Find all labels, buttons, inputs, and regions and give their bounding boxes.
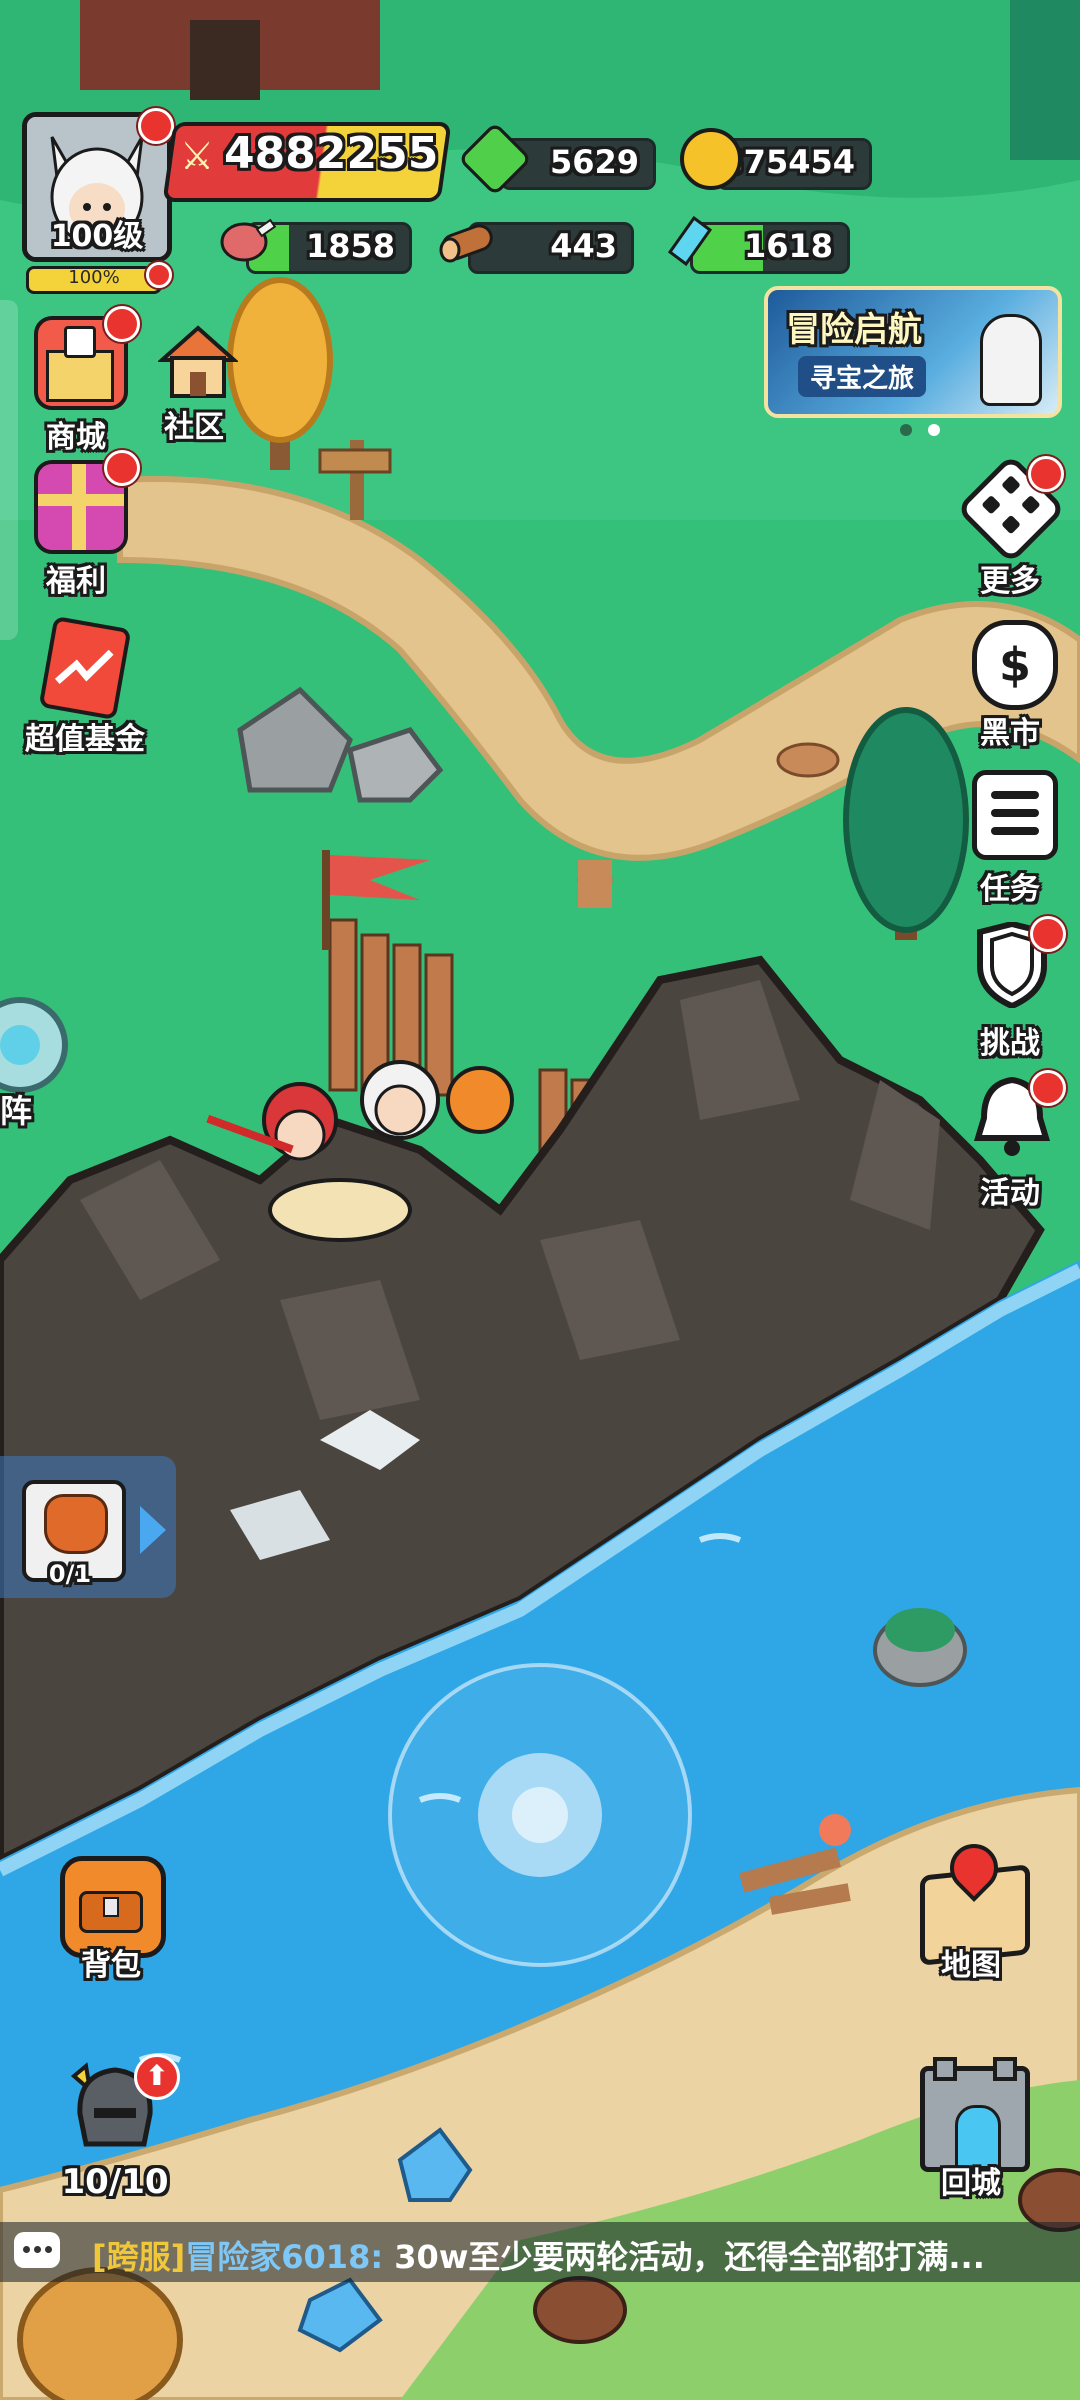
upgrade-arrow-icon: ⬆ <box>134 2054 180 2100</box>
events-label: 活动 <box>980 1176 1040 1211</box>
chat-sender: 冒险家6018: <box>185 2238 384 2276</box>
wood-count: 443 <box>550 227 617 265</box>
meat-count: 1858 <box>305 227 395 265</box>
backpack-label: 背包 <box>81 1948 141 1983</box>
challenge-notification-dot <box>1030 916 1066 952</box>
challenge-label: 挑战 <box>980 1026 1040 1061</box>
tasks-button[interactable]: 任务 <box>950 764 1070 907</box>
heroes-button[interactable]: ⬆ 10/10 <box>40 2052 190 2212</box>
backpack-button[interactable]: 背包 <box>46 1850 176 1990</box>
black-market-label: 黑市 <box>980 716 1040 751</box>
fund-label: 超值基金 <box>25 722 145 757</box>
map-button[interactable]: 地图 <box>906 1834 1036 1990</box>
virtual-joystick <box>388 1663 692 1967</box>
meat-icon <box>218 212 278 268</box>
exp-notification-dot <box>146 262 172 288</box>
fund-button[interactable]: 超值基金 <box>10 615 160 757</box>
combat-power-value: 4882255 <box>224 128 439 179</box>
formation-label-partial[interactable]: 阵 <box>0 1086 32 1132</box>
fund-chart-icon <box>38 615 132 721</box>
exp-bar: 100% <box>26 266 162 294</box>
banner-page-dot-2 <box>928 424 940 436</box>
adventure-event-banner[interactable]: 冒险启航 寻宝之旅 <box>764 286 1062 418</box>
shop-button[interactable]: 商城 <box>16 306 140 456</box>
summon-slot-panel[interactable]: 0/1 <box>0 1456 176 1598</box>
more-label: 更多 <box>980 564 1040 599</box>
events-button[interactable]: 活动 <box>950 1066 1070 1211</box>
banner-subtitle: 寻宝之旅 <box>798 356 927 397</box>
exp-percent: 100% <box>68 267 120 288</box>
chat-message: 30w至少要两轮活动，还得全部都打满... <box>383 2238 985 2276</box>
welfare-label: 福利 <box>46 564 106 599</box>
player-level: 100级 <box>50 219 144 254</box>
chat-bubble-icon[interactable] <box>14 2232 60 2268</box>
chat-message-line: [跨服]冒险家6018: 30w至少要两轮活动，还得全部都打满... <box>92 2232 985 2278</box>
community-button[interactable]: 社区 <box>134 316 254 456</box>
swords-icon: ⚔ <box>180 134 215 178</box>
welfare-notification-dot <box>104 450 140 486</box>
tasks-label: 任务 <box>980 872 1040 907</box>
money-bag-icon: $ <box>972 620 1058 710</box>
more-notification-dot <box>1028 456 1064 492</box>
chat-channel: [跨服] <box>92 2238 186 2276</box>
expand-arrow-icon[interactable] <box>140 1506 166 1554</box>
chat-bar[interactable]: [跨服]冒险家6018: 30w至少要两轮活动，还得全部都打满... <box>0 2222 1080 2282</box>
challenge-button[interactable]: 挑战 <box>950 916 1070 1061</box>
welfare-button[interactable]: 福利 <box>16 450 140 600</box>
banner-page-dot-1 <box>900 424 912 436</box>
fire-creature-icon <box>44 1494 108 1554</box>
wood-log-icon <box>436 214 500 268</box>
heroes-count: 10/10 <box>61 2162 169 2202</box>
return-city-label: 回城 <box>941 2166 1001 2201</box>
crystal-icon <box>660 212 716 268</box>
avatar-notification-dot <box>138 108 174 144</box>
house-icon <box>156 322 240 402</box>
more-button[interactable]: 更多 <box>950 453 1070 599</box>
task-list-icon <box>972 770 1058 860</box>
gold-coin-icon <box>680 128 742 190</box>
banner-hero-icon <box>980 314 1042 406</box>
gem-count: 5629 <box>549 143 639 181</box>
crystal-count: 1618 <box>743 227 833 265</box>
black-market-button[interactable]: $ 黑市 <box>950 610 1070 751</box>
events-notification-dot <box>1030 1070 1066 1106</box>
castle-gate-icon <box>920 2057 1030 2172</box>
map-label: 地图 <box>941 1948 1001 1983</box>
summon-slot-count: 0/1 <box>48 1560 92 1588</box>
return-city-button[interactable]: 回城 <box>906 2050 1036 2210</box>
banner-title: 冒险启航 <box>786 310 922 350</box>
community-label: 社区 <box>164 410 224 445</box>
